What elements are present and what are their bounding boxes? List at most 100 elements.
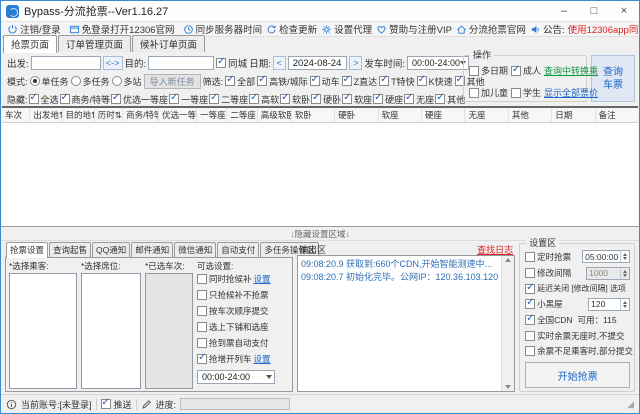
import-task-button[interactable]: 导入新任务 bbox=[144, 74, 201, 89]
open-12306-button[interactable]: 免登录打开12306官网 bbox=[69, 22, 175, 36]
spinner-arrows[interactable] bbox=[620, 299, 629, 310]
option-auto-pay[interactable]: 抢到票自动支付 bbox=[197, 337, 289, 349]
hide-deluxe-soft-checkbox[interactable]: 高软 bbox=[249, 93, 279, 106]
partial-submit-checkbox[interactable] bbox=[525, 346, 535, 356]
from-station-input[interactable] bbox=[31, 56, 101, 70]
seat-listbox[interactable] bbox=[81, 273, 141, 389]
col-no-seat[interactable]: 无座 bbox=[465, 108, 508, 122]
filter-t-checkbox[interactable]: T特快 bbox=[379, 75, 415, 88]
tab-waitlist-orders[interactable]: 候补订单页面 bbox=[132, 35, 205, 52]
filter-k-checkbox[interactable]: K快速 bbox=[417, 75, 453, 88]
push-checkbox[interactable]: 推送 bbox=[101, 398, 132, 411]
prev-date-button[interactable]: < bbox=[273, 56, 286, 70]
col-remark[interactable]: 备注 bbox=[596, 108, 638, 122]
tab-query-sale[interactable]: 查询起售 bbox=[49, 242, 91, 257]
hide-hard-seat-checkbox[interactable]: 硬座 bbox=[373, 93, 403, 106]
tab-wechat-notify[interactable]: 微信通知 bbox=[174, 242, 216, 257]
transfer-query-link[interactable]: 查询中转换乘 bbox=[544, 64, 598, 77]
option-submit-in-order[interactable]: 按车次顺序提交 bbox=[197, 305, 289, 317]
col-hard-seat[interactable]: 硬座 bbox=[422, 108, 465, 122]
timed-grab-checkbox[interactable] bbox=[525, 252, 535, 262]
close-button[interactable]: × bbox=[609, 1, 639, 21]
tab-ticket-page[interactable]: 抢票页面 bbox=[3, 35, 57, 53]
tab-auto-pay[interactable]: 自动支付 bbox=[217, 242, 259, 257]
child-checkbox[interactable]: 加儿童 bbox=[469, 86, 508, 99]
spinner-arrows[interactable] bbox=[620, 268, 629, 279]
cdn-checkbox[interactable] bbox=[525, 315, 535, 325]
scroll-up-icon[interactable] bbox=[505, 258, 511, 262]
find-log-link[interactable]: 查找日志 bbox=[477, 243, 513, 256]
tab-ticket-settings[interactable]: 抢票设置 bbox=[6, 242, 48, 258]
waitlist-settings-link[interactable]: 设置 bbox=[254, 273, 271, 285]
delay-close-checkbox[interactable] bbox=[525, 284, 535, 294]
date-field[interactable]: 2024-08-24 bbox=[288, 56, 348, 70]
same-city-checkbox[interactable]: 同城 bbox=[216, 56, 247, 70]
noseat-checkbox[interactable] bbox=[525, 331, 535, 341]
hide-selectall-checkbox[interactable]: 全选 bbox=[29, 93, 59, 106]
hide-first-checkbox[interactable]: 一等座 bbox=[169, 93, 208, 106]
filter-d-checkbox[interactable]: 动车 bbox=[310, 75, 340, 88]
to-station-input[interactable] bbox=[148, 56, 214, 70]
next-date-button[interactable]: > bbox=[349, 56, 362, 70]
blackroom-spinner[interactable]: 120 bbox=[588, 298, 630, 311]
col-train-no[interactable]: 车次 bbox=[2, 108, 30, 122]
col-second[interactable]: 二等座 bbox=[227, 108, 257, 122]
col-deluxe-soft[interactable]: 高级软卧 bbox=[258, 108, 292, 122]
task-time-range-select[interactable]: 00:00-24:00 bbox=[197, 370, 275, 384]
hide-no-seat-checkbox[interactable]: 无座 bbox=[404, 93, 434, 106]
show-all-price-link[interactable]: 显示全部票价 bbox=[544, 86, 598, 99]
col-duration[interactable]: 历时⇅ bbox=[95, 108, 123, 122]
col-other[interactable]: 其他 bbox=[509, 108, 552, 122]
extra-trains-settings-link[interactable]: 设置 bbox=[254, 353, 271, 365]
hide-soft-seat-checkbox[interactable]: 软座 bbox=[342, 93, 372, 106]
col-departure[interactable]: 出发地⇅ bbox=[30, 108, 62, 122]
interval-checkbox[interactable] bbox=[525, 268, 535, 278]
col-soft-sleeper[interactable]: 软卧 bbox=[292, 108, 335, 122]
tab-email-notify[interactable]: 邮件通知 bbox=[131, 242, 173, 257]
scroll-down-icon[interactable] bbox=[505, 385, 511, 389]
proxy-settings-button[interactable]: 设置代理 bbox=[321, 22, 372, 36]
option-berth-seat-select[interactable]: 选上下铺和选座 bbox=[197, 321, 289, 333]
sponsor-vip-button[interactable]: 赞助与注册VIP bbox=[376, 22, 452, 36]
radio-multi-station[interactable]: 多站 bbox=[112, 75, 142, 88]
col-hard-sleeper[interactable]: 硬卧 bbox=[335, 108, 378, 122]
resize-grip[interactable]: ◢ bbox=[627, 399, 634, 410]
interval-spinner[interactable]: 1000 bbox=[586, 267, 630, 280]
col-date[interactable]: 日期 bbox=[552, 108, 595, 122]
option-waitlist-only[interactable]: 只抢候补不抢票 bbox=[197, 289, 289, 301]
start-grab-button[interactable]: 开始抢票 bbox=[525, 362, 630, 388]
radio-multi-task[interactable]: 多任务 bbox=[71, 75, 110, 88]
student-checkbox[interactable]: 学生 bbox=[511, 86, 541, 99]
col-business[interactable]: 商务/特等 bbox=[123, 108, 159, 122]
radio-single-task[interactable]: 单任务 bbox=[30, 75, 69, 88]
adult-checkbox[interactable]: 成人 bbox=[511, 64, 541, 77]
swap-stations-button[interactable]: <-> bbox=[103, 56, 123, 70]
filter-all-checkbox[interactable]: 全部 bbox=[225, 75, 255, 88]
col-destination[interactable]: 目的地⇅ bbox=[63, 108, 95, 122]
hide-business-checkbox[interactable]: 商务/特等 bbox=[60, 93, 111, 106]
col-premium-first[interactable]: 优选一等座 bbox=[159, 108, 197, 122]
minimize-button[interactable]: – bbox=[549, 1, 579, 21]
multi-date-checkbox[interactable]: 多日期 bbox=[469, 64, 508, 77]
option-extra-trains[interactable]: 抢增开列车 设置 bbox=[197, 353, 289, 365]
tab-order-management[interactable]: 订单管理页面 bbox=[58, 35, 131, 52]
sync-time-button[interactable]: 同步服务器时间 bbox=[183, 22, 263, 36]
selected-train-listbox[interactable] bbox=[145, 273, 193, 389]
official-site-button[interactable]: 分流抢票官网 bbox=[456, 22, 526, 36]
maximize-button[interactable]: □ bbox=[579, 1, 609, 21]
hide-second-checkbox[interactable]: 二等座 bbox=[209, 93, 248, 106]
hide-other-checkbox[interactable]: 其他 bbox=[435, 93, 465, 106]
filter-highspeed-checkbox[interactable]: 高铁/城际 bbox=[257, 75, 308, 88]
hide-premium-first-checkbox[interactable]: 优选一等座 bbox=[111, 93, 168, 106]
timed-grab-spinner[interactable]: 05:00:00 bbox=[582, 250, 630, 263]
filter-z-checkbox[interactable]: Z直达 bbox=[342, 75, 378, 88]
col-first[interactable]: 一等座 bbox=[197, 108, 227, 122]
log-scrollbar[interactable] bbox=[501, 256, 514, 391]
check-update-button[interactable]: 检查更新 bbox=[266, 22, 317, 36]
tab-qq-notify[interactable]: QQ通知 bbox=[92, 242, 130, 257]
col-soft-seat[interactable]: 软座 bbox=[379, 108, 422, 122]
blackroom-checkbox[interactable] bbox=[525, 299, 535, 309]
hide-hard-sleeper-checkbox[interactable]: 硬卧 bbox=[311, 93, 341, 106]
depart-time-select[interactable]: 00:00-24:00 bbox=[407, 56, 469, 70]
spinner-arrows[interactable] bbox=[620, 251, 629, 262]
